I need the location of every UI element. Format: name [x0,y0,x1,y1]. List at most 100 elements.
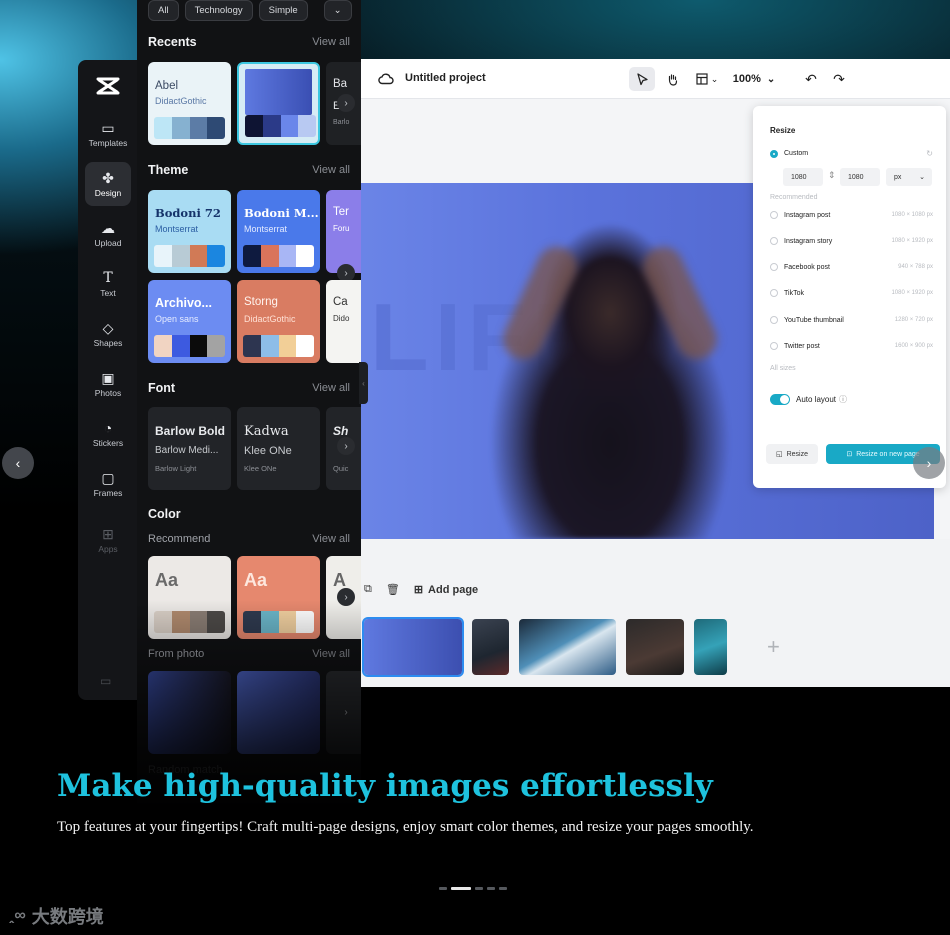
templates-icon: ▭ [101,119,115,136]
filter-chips: All Technology Simple ⌄ [148,0,352,21]
photo-next-button[interactable]: › [337,703,355,721]
color-view-all[interactable]: View all [312,533,350,545]
sidebar-item-frames[interactable]: ▢ Frames [85,462,131,506]
color-card[interactable]: Aa [237,556,320,639]
undo-icon: ↶ [805,70,817,87]
preset-option[interactable]: TikTok 1080 × 1920 px [770,289,933,297]
page-thumbnail[interactable] [626,619,684,675]
carousel-prev-button[interactable]: ‹ [2,447,34,479]
preset-option[interactable]: Instagram story 1080 × 1920 px [770,237,933,245]
preset-label: Twitter post [784,342,820,350]
select-tool-button[interactable] [629,67,655,91]
theme-card-partial[interactable]: Ter Foru [326,190,361,273]
carousel-dot[interactable] [487,887,495,890]
recent-card[interactable] [237,62,320,145]
from-photo-view-all[interactable]: View all [312,648,350,660]
chevron-right-icon: › [344,706,348,718]
recent-card[interactable]: Abel DidactGothic [148,62,231,145]
preset-option[interactable]: Instagram post 1080 × 1080 px [770,211,933,219]
font-card[interactable]: Kadwa Klee ONe Klee ONe [237,407,320,490]
theme-view-all[interactable]: View all [312,164,350,176]
card-subtitle: Montserrat [244,224,288,234]
unit-select[interactable]: px ⌄ [886,168,932,186]
color-card[interactable]: Aa [148,556,231,639]
carousel-dot-active[interactable] [451,887,471,890]
undo-button[interactable]: ↶ [802,67,820,91]
preset-dims: 940 × 788 px [898,264,933,270]
chip-simple[interactable]: Simple [258,0,308,21]
zoom-dropdown[interactable]: 100% ⌄ [730,67,778,91]
stickers-icon: ◔ [103,419,113,436]
page-thumbnail[interactable] [519,619,616,675]
carousel-dot[interactable] [475,887,483,890]
hand-tool-button[interactable] [659,67,685,91]
add-page-button[interactable]: ⊞ Add page [414,583,478,597]
theme-card[interactable]: Bodoni 72 Montserrat [148,190,231,273]
layout-menu-button[interactable]: ⌄ [692,67,722,91]
sidebar-item-text[interactable]: T Text [85,262,131,306]
preset-option[interactable]: YouTube thumbnail 1280 × 720 px [770,316,933,324]
sidebar-item-stickers[interactable]: ◔ Stickers [85,412,131,456]
font-next-button[interactable]: › [337,437,355,455]
color-next-button[interactable]: › [337,588,355,606]
theme-card[interactable]: Archivo... Open sans [148,280,231,363]
info-icon[interactable]: ⓘ [839,394,847,405]
card-subtitle: DidactGothic [155,96,207,106]
auto-layout-toggle[interactable] [770,394,790,405]
sidebar-item-shapes[interactable]: ◇ Shapes [85,312,131,356]
collapse-panel-button[interactable]: ‹ [359,362,368,404]
cloud-save-icon[interactable] [378,71,394,87]
carousel-next-button[interactable]: › [913,447,945,479]
resize-panel: Resize Custom ↻ 1080 ⇕ 1080 px ⌄ Recomme… [753,106,946,488]
preset-option[interactable]: Twitter post 1600 × 900 px [770,342,933,350]
font-subheading: Klee ONe [244,445,292,457]
preset-dims: 1080 × 1920 px [891,238,933,244]
carousel-dot[interactable] [499,887,507,890]
link-ratio-icon[interactable]: ⇕ [828,170,836,181]
font-subheading: Barlow Medi... [155,445,219,456]
all-sizes-link[interactable]: All sizes [770,365,796,372]
color-swatches [245,115,316,137]
redo-button[interactable]: ↷ [830,67,848,91]
project-title[interactable]: Untitled project [405,72,486,84]
card-small-text: Barlo [333,119,350,126]
chip-all[interactable]: All [148,0,179,21]
sidebar-item-upload[interactable]: ☁ Upload [85,212,131,256]
preset-option[interactable]: Facebook post 940 × 788 px [770,263,933,271]
recents-title: Recents [148,35,197,49]
color-title: Color [148,507,181,521]
delete-page-icon[interactable]: 🗑 [386,583,400,596]
font-card[interactable]: Barlow Bold Barlow Medi... Barlow Light [148,407,231,490]
photo-color-card[interactable] [148,671,231,754]
duplicate-page-icon[interactable]: ⧉ [364,583,372,596]
sidebar-item-design[interactable]: ✤ Design [85,162,131,206]
add-page-plus-icon[interactable]: + [767,634,780,660]
card-title: Ba [333,78,348,90]
preset-label: YouTube thumbnail [784,316,844,324]
theme-card[interactable]: Bodoni M... Montserrat [237,190,320,273]
sidebar-item-label: Design [94,187,122,198]
page-thumbnail[interactable] [694,619,727,675]
font-view-all[interactable]: View all [312,382,350,394]
height-input[interactable]: 1080 [840,168,880,186]
chip-technology[interactable]: Technology [184,0,253,21]
chips-more-button[interactable]: ⌄ [323,0,352,21]
width-input[interactable]: 1080 [783,168,823,186]
theme-card[interactable]: Storng DidactGothic [237,280,320,363]
resize-button[interactable]: ◱ Resize [766,444,818,464]
recents-next-button[interactable]: › [337,94,355,112]
sidebar-item-label: Photos [94,387,122,398]
sidebar-item-templates[interactable]: ▭ Templates [85,112,131,156]
keyboard-icon[interactable]: ▭ [100,674,111,688]
page-thumbnail[interactable] [362,617,464,677]
custom-size-option[interactable]: Custom ↻ [770,149,933,158]
photo-color-card[interactable] [237,671,320,754]
recents-view-all[interactable]: View all [312,36,350,48]
radio-icon [770,316,778,324]
theme-card-partial[interactable]: Ca Dido [326,280,361,363]
reset-icon[interactable]: ↻ [926,149,933,158]
sidebar-item-photos[interactable]: ▣ Photos [85,362,131,406]
carousel-dot[interactable] [439,887,447,890]
page-thumbnail[interactable] [472,619,509,675]
sidebar-item-apps[interactable]: ⊞ Apps [85,518,131,562]
